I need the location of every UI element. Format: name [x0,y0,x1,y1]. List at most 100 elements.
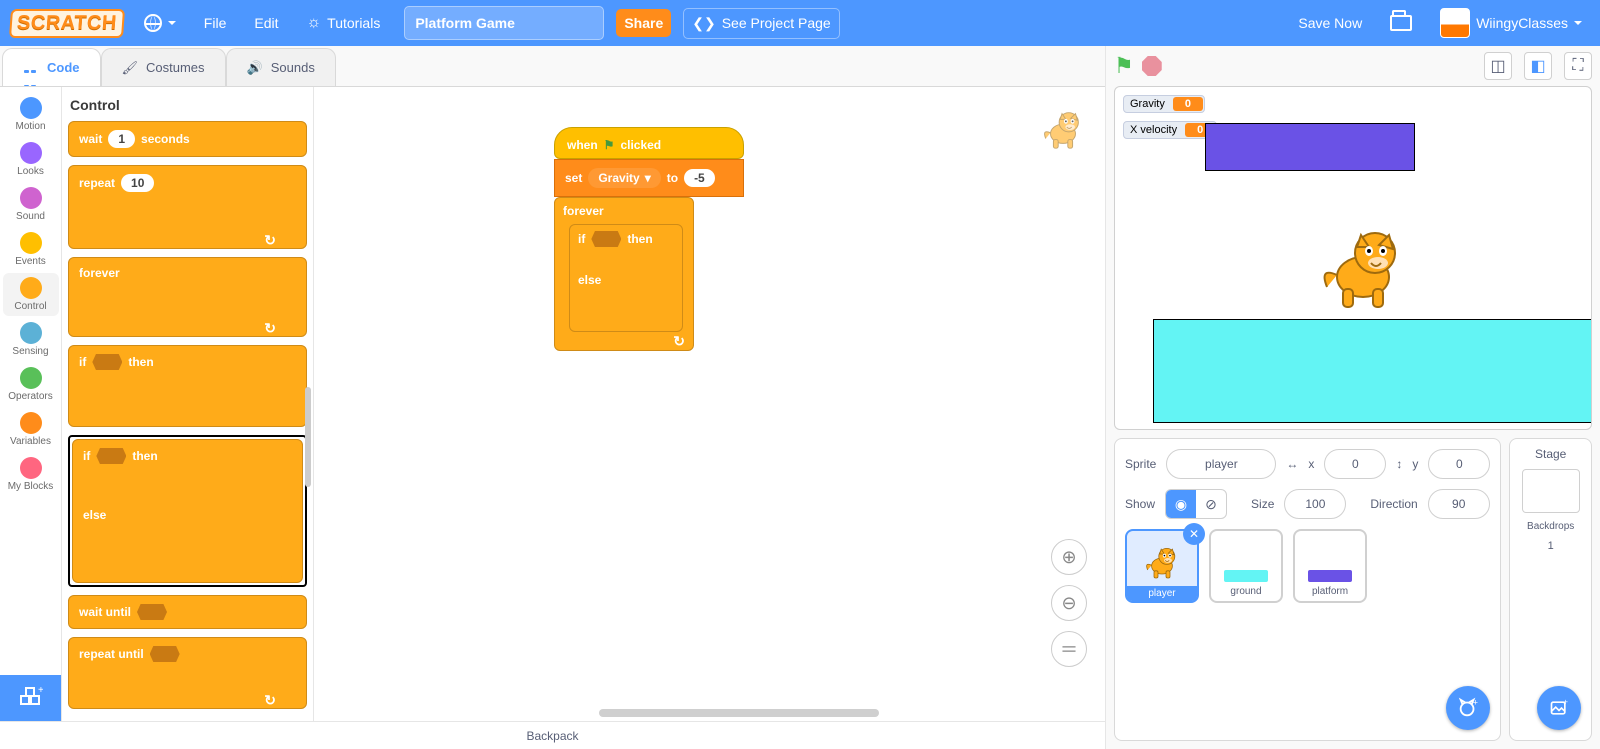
swap-icon: ↔ [1286,457,1298,471]
category-sound[interactable]: Sound [3,183,59,226]
account-menu[interactable]: WiingyClasses [1432,2,1590,44]
hide-button[interactable]: ⊘ [1196,490,1226,518]
block-if-then[interactable]: ifthen [68,345,307,427]
editor-tabs: Code 🖌 Costumes 🔊 Sounds [0,46,1105,86]
category-myblocks[interactable]: My Blocks [3,453,59,496]
block-wait-seconds[interactable]: wait 1 seconds [68,121,307,157]
workspace-zoom-controls: ⊕ ⊖ ＝ [1051,539,1087,667]
stage-size-small-button[interactable]: ◫ [1484,52,1512,80]
x-label: x [1308,457,1314,471]
backdrop-thumbnail[interactable] [1522,469,1580,513]
add-sprite-button[interactable]: + [1446,686,1490,730]
chevron-down-icon [168,21,176,29]
sprite-name-input[interactable] [1166,449,1276,479]
boolean-slot[interactable] [591,231,621,247]
sprite-card-ground[interactable]: ground [1209,529,1283,603]
category-control[interactable]: Control [3,273,59,316]
see-project-page-button[interactable]: ❮❯ See Project Page [683,8,839,39]
lightbulb-icon: ☼ [306,14,321,32]
zoom-in-button[interactable]: ⊕ [1051,539,1087,575]
block-wait-until[interactable]: wait until [68,595,307,629]
tab-code[interactable]: Code [2,48,101,86]
scripts-workspace[interactable]: when ⚑ clicked set Gravity▾ to -5 foreve… [314,87,1105,721]
category-looks[interactable]: Looks [3,138,59,181]
loop-arrow-icon: ↻ [673,333,685,350]
monitor-label: Gravity [1130,98,1165,110]
sprite-card-platform[interactable]: platform [1293,529,1367,603]
mystuff-button[interactable] [1382,9,1420,37]
chevron-down-icon [1574,21,1582,29]
share-button[interactable]: Share [616,9,671,37]
delete-sprite-button[interactable]: ✕ [1183,523,1205,545]
block-if-else-inscript[interactable]: ifthen else [569,224,683,332]
block-when-flag-clicked[interactable]: when ⚑ clicked [554,127,744,159]
sprite-thumbnail [1308,570,1352,582]
see-project-label: See Project Page [722,15,831,31]
stage-canvas[interactable]: Gravity 0 X velocity 0 [1114,86,1592,430]
category-events[interactable]: Events [3,228,59,271]
block-forever[interactable]: forever ↻ [68,257,307,337]
target-panels: Sprite ↔ x ↕ y Show ◉ ⊘ Size [1106,430,1600,749]
community-icon: ❮❯ [692,15,715,32]
boolean-slot[interactable] [92,354,122,370]
repeat-value[interactable]: 10 [121,174,154,192]
edit-menu[interactable]: Edit [246,9,286,37]
block-if-then-else[interactable]: ifthen else [72,439,303,583]
menu-bar: SCRATCH File Edit ☼ Tutorials Platform G… [0,0,1600,46]
tab-costumes[interactable]: 🖌 Costumes [101,48,226,86]
sprite-y-input[interactable] [1428,449,1490,479]
script-stack[interactable]: when ⚑ clicked set Gravity▾ to -5 foreve… [554,127,744,351]
variable-monitor-gravity[interactable]: Gravity 0 [1123,95,1205,113]
stop-button[interactable] [1142,56,1162,76]
stage-fullscreen-button[interactable]: ⛶ [1564,52,1592,80]
sprite-x-input[interactable] [1324,449,1386,479]
stage-selector-panel[interactable]: Stage Backdrops 1 + [1509,438,1592,741]
zoom-reset-button[interactable]: ＝ [1051,631,1087,667]
scratch-logo[interactable]: SCRATCH [9,9,125,38]
boolean-slot[interactable] [137,604,167,620]
sprite-direction-input[interactable] [1428,489,1490,519]
palette-scrollbar[interactable] [305,387,311,487]
variable-dropdown[interactable]: Gravity▾ [588,168,660,188]
project-title-input[interactable]: Platform Game [404,6,604,40]
boolean-slot[interactable] [96,448,126,464]
wait-value[interactable]: 1 [108,130,135,148]
category-sensing[interactable]: Sensing [3,318,59,361]
tab-sounds[interactable]: 🔊 Sounds [226,48,336,86]
block-forever-inscript[interactable]: forever ifthen else ↻ [554,197,694,351]
block-repeat-until[interactable]: repeat until ↻ [68,637,307,709]
cat-plus-icon: + [1457,697,1479,719]
language-menu[interactable] [136,8,184,38]
variable-monitor-xvelocity[interactable]: X velocity 0 [1123,121,1217,139]
sprite-size-input[interactable] [1284,489,1346,519]
stage-sprite-ground[interactable] [1153,319,1592,423]
stage-sprite-player[interactable] [1313,217,1413,317]
stage-header: ⚑ ◫ ◧ ⛶ [1106,46,1600,86]
file-menu[interactable]: File [196,9,235,37]
show-button[interactable]: ◉ [1166,490,1196,518]
tutorials-button[interactable]: ☼ Tutorials [298,8,388,38]
value-input[interactable]: -5 [684,169,715,187]
stage-size-large-button[interactable]: ◧ [1524,52,1552,80]
block-set-variable[interactable]: set Gravity▾ to -5 [554,159,744,197]
avatar-icon [1440,8,1470,38]
add-backdrop-button[interactable]: + [1537,686,1581,730]
green-flag-button[interactable]: ⚑ [1114,53,1134,79]
save-now-button[interactable]: Save Now [1290,9,1370,37]
backpack-toggle[interactable]: Backpack [0,721,1105,749]
block-repeat[interactable]: repeat10 ↻ [68,165,307,249]
boolean-slot[interactable] [150,646,180,662]
category-motion[interactable]: Motion [3,93,59,136]
stage-sprite-platform[interactable] [1205,123,1415,171]
category-variables[interactable]: Variables [3,408,59,451]
sprite-card-label: ground [1230,586,1261,597]
block-categories: Motion Looks Sound Events Control Sensin… [0,87,62,721]
size-label: Size [1251,497,1274,511]
zoom-out-button[interactable]: ⊖ [1051,585,1087,621]
selected-block-highlight: ifthen else [68,435,307,587]
add-extension-button[interactable]: + [0,675,61,721]
category-operators[interactable]: Operators [3,363,59,406]
sprite-card-player[interactable]: ✕ player [1125,529,1199,603]
username-label: WiingyClasses [1476,15,1568,31]
workspace-scrollbar-horizontal[interactable] [599,709,879,717]
